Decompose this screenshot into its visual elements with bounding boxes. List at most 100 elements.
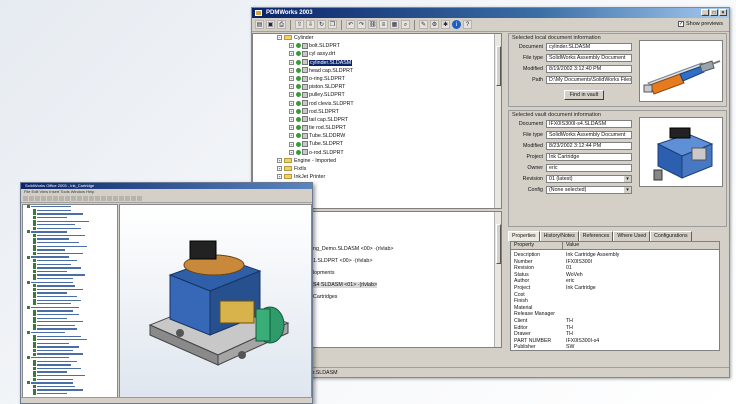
- property-value[interactable]: eric: [566, 278, 574, 284]
- tree-item[interactable]: + Tube.SLDDRW: [253, 132, 501, 140]
- tree-item[interactable]: + head cap.SLDPRT: [253, 67, 501, 75]
- tree-item[interactable]: + Tube.SLDPRT: [253, 140, 501, 148]
- pin-icon[interactable]: ✎: [419, 20, 428, 29]
- tool-icon[interactable]: [119, 196, 124, 201]
- open-icon[interactable]: ▤: [255, 20, 264, 29]
- tool-icon[interactable]: [89, 196, 94, 201]
- expand-icon[interactable]: +: [289, 51, 294, 57]
- tool-icon[interactable]: [29, 196, 34, 201]
- tool-icon[interactable]: [71, 196, 76, 201]
- local-document-field[interactable]: cylinder.SLDASM: [546, 43, 632, 51]
- tab-properties[interactable]: Properties: [508, 231, 540, 241]
- property-value[interactable]: Ink Cartridge: [566, 285, 596, 291]
- tool-icon[interactable]: [35, 196, 40, 201]
- show-previews-option[interactable]: ✓ Show previews: [678, 21, 723, 27]
- expand-icon[interactable]: +: [277, 166, 282, 172]
- tree-item[interactable]: + cylinder.SLDASM: [253, 59, 501, 67]
- copy-icon[interactable]: ❐: [328, 20, 337, 29]
- expand-icon[interactable]: +: [289, 67, 294, 73]
- expand-icon[interactable]: +: [289, 149, 294, 155]
- expand-icon[interactable]: +: [289, 84, 294, 90]
- tool-icon[interactable]: [83, 196, 88, 201]
- reference-item[interactable]: S4 SLDASM <01> ·(rlvlab>: [313, 282, 378, 288]
- tool-icon[interactable]: [131, 196, 136, 201]
- tool-icon[interactable]: [107, 196, 112, 201]
- properties-icon[interactable]: ≡: [379, 20, 388, 29]
- property-value[interactable]: TH: [566, 331, 573, 337]
- expand-icon[interactable]: −: [277, 35, 282, 41]
- expand-icon[interactable]: +: [289, 59, 294, 65]
- tab-configurations[interactable]: Configurations: [650, 231, 692, 241]
- save-icon[interactable]: ▣: [266, 20, 275, 29]
- tool-icon[interactable]: [125, 196, 130, 201]
- tool-icon[interactable]: [137, 196, 142, 201]
- expand-icon[interactable]: +: [289, 108, 294, 114]
- undo-icon[interactable]: ↶: [346, 20, 355, 29]
- config-dropdown[interactable]: (None selected): [546, 186, 632, 194]
- property-value[interactable]: Ink Cartridge Assembly: [566, 252, 619, 258]
- tree-item[interactable]: + rod clevis.SLDPRT: [253, 100, 501, 108]
- tool-icon[interactable]: [23, 196, 28, 201]
- property-value[interactable]: 01: [566, 265, 572, 271]
- tool-icon[interactable]: [47, 196, 52, 201]
- tool-icon[interactable]: [95, 196, 100, 201]
- tree-item[interactable]: − Cylinder: [253, 34, 501, 42]
- link-icon[interactable]: ⛓: [368, 20, 377, 29]
- expand-icon[interactable]: +: [277, 157, 282, 163]
- print-icon[interactable]: ⎙: [277, 20, 286, 29]
- property-value[interactable]: IFX0IS300I-s4: [566, 338, 599, 344]
- local-modified-field[interactable]: 8/19/2002 3:12:40 PM: [546, 65, 632, 73]
- tool-icon[interactable]: [77, 196, 82, 201]
- tree-item[interactable]: + o-ring.SLDPRT: [253, 75, 501, 83]
- star-icon[interactable]: ✱: [441, 20, 450, 29]
- expand-icon[interactable]: +: [289, 133, 294, 139]
- checkin-icon[interactable]: ⇧: [295, 20, 304, 29]
- list-scrollbar[interactable]: [494, 212, 501, 347]
- property-grid[interactable]: Property Value Description Ink Cartridge …: [510, 241, 720, 351]
- redo-icon[interactable]: ↷: [357, 20, 366, 29]
- property-value[interactable]: IFX0IS300I: [566, 259, 592, 265]
- close-button[interactable]: ×: [719, 9, 727, 16]
- property-value[interactable]: TH: [566, 318, 573, 324]
- expand-icon[interactable]: +: [277, 174, 282, 180]
- reference-item[interactable]: ng_Demo.SLDASM <00> ·(rlvlab>: [313, 246, 394, 252]
- reference-item[interactable]: 1.SLDPRT <00> ·(rlvlab>: [313, 258, 372, 264]
- property-header[interactable]: Property: [511, 242, 563, 250]
- expand-icon[interactable]: +: [289, 125, 294, 131]
- property-value[interactable]: TH: [566, 325, 573, 331]
- list-scroll-thumb[interactable]: [496, 224, 501, 264]
- tool-icon[interactable]: [113, 196, 118, 201]
- owner-field[interactable]: eric: [546, 164, 632, 172]
- tree-item[interactable]: + piston.SLDPRT: [253, 83, 501, 91]
- tree-item[interactable]: + Engine - Imported: [253, 157, 501, 165]
- refresh-icon[interactable]: ↻: [317, 20, 326, 29]
- tool-icon[interactable]: [41, 196, 46, 201]
- expand-icon[interactable]: +: [289, 43, 294, 49]
- tool-icon[interactable]: [101, 196, 106, 201]
- checkout-icon[interactable]: ⇩: [306, 20, 315, 29]
- property-value[interactable]: SW: [566, 344, 574, 350]
- tab-where-used[interactable]: Where Used: [613, 231, 651, 241]
- tree-item[interactable]: + rod.SLDPRT: [253, 108, 501, 116]
- tree-item[interactable]: + tail cap.SLDPRT: [253, 116, 501, 124]
- value-header[interactable]: Value: [563, 242, 719, 250]
- search-icon[interactable]: ⌕: [401, 20, 410, 29]
- minimize-button[interactable]: _: [701, 9, 709, 16]
- revision-dropdown[interactable]: 01 (latest): [546, 175, 632, 183]
- tree-item[interactable]: + tie rod.SLDPRT: [253, 124, 501, 132]
- tree-item[interactable]: + InkJet Printer: [253, 173, 501, 181]
- tree-item[interactable]: + cyl assy.drt: [253, 50, 501, 58]
- help-icon[interactable]: ?: [463, 20, 472, 29]
- vault-document-field[interactable]: IFX0IS300I-s4.SLDASM: [546, 120, 632, 128]
- tab-history-notes[interactable]: History/Notes: [539, 231, 579, 241]
- expand-icon[interactable]: +: [289, 141, 294, 147]
- tool-icon[interactable]: [65, 196, 70, 201]
- vault-modified-field[interactable]: 8/23/2002 3:12:44 PM: [546, 142, 632, 150]
- show-previews-checkbox[interactable]: ✓: [678, 21, 684, 27]
- feature-item[interactable]: [33, 392, 117, 396]
- project-field[interactable]: Ink Cartridge: [546, 153, 632, 161]
- expand-icon[interactable]: +: [289, 92, 294, 98]
- tree-item[interactable]: + Fixtls: [253, 165, 501, 173]
- tab-references[interactable]: References: [578, 231, 614, 241]
- tool-icon[interactable]: [59, 196, 64, 201]
